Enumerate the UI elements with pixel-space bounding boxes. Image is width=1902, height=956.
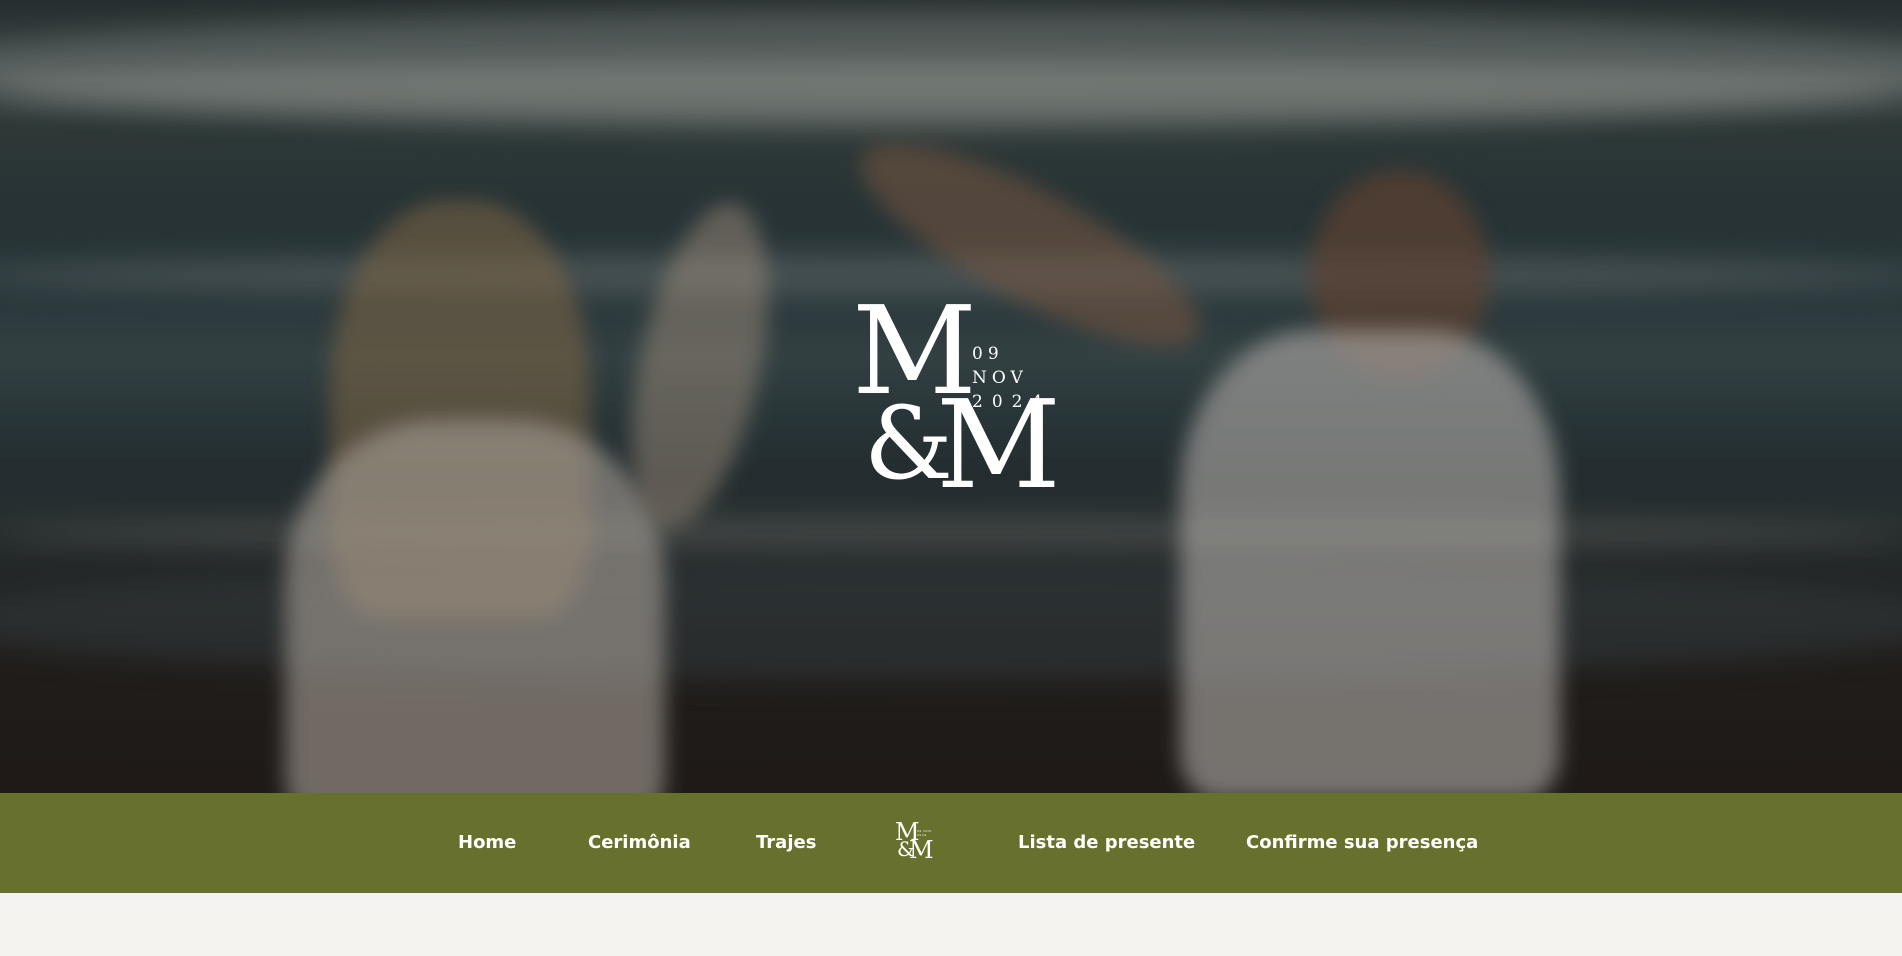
nav-item-home[interactable]: Home bbox=[458, 793, 516, 893]
nav-monogram-logo[interactable]: M 09 NOV 2024 & M bbox=[895, 820, 935, 866]
nav-item-lista-de-presente[interactable]: Lista de presente bbox=[1018, 793, 1195, 893]
monogram-logo: M 09 NOV 2024 & M bbox=[852, 290, 1061, 506]
nav-item-trajes[interactable]: Trajes bbox=[756, 793, 816, 893]
hero-section: M 09 NOV 2024 & M bbox=[0, 0, 1902, 793]
nav-item-cerimonia[interactable]: Cerimônia bbox=[588, 793, 691, 893]
nav-logo-initial-2: M bbox=[909, 836, 934, 864]
content-section bbox=[0, 893, 1902, 956]
main-navigation: Home Cerimônia Trajes M 09 NOV 2024 & M … bbox=[0, 793, 1902, 893]
nav-item-confirme-presenca[interactable]: Confirme sua presença bbox=[1246, 793, 1478, 893]
logo-initial-2: M bbox=[936, 374, 1061, 516]
